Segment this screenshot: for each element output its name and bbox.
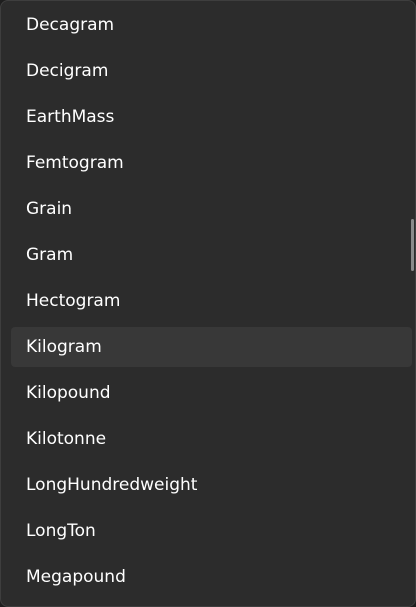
unit-option-kilopound[interactable]: Kilopound <box>11 373 412 413</box>
unit-option-label: Kilogram <box>26 337 102 357</box>
unit-option-label: Femtogram <box>26 153 124 173</box>
unit-option-longton[interactable]: LongTon <box>11 511 412 551</box>
unit-option-label: Decagram <box>26 15 115 35</box>
unit-option-label: LongTon <box>26 521 96 541</box>
unit-option-grain[interactable]: Grain <box>11 189 412 229</box>
unit-option-label: Grain <box>26 199 73 219</box>
unit-dropdown-list[interactable]: Decagram Decigram EarthMass Femtogram Gr… <box>0 0 416 607</box>
unit-option-label: Decigram <box>26 61 109 81</box>
unit-option-label: Kilotonne <box>26 429 107 449</box>
unit-option-kilogram[interactable]: Kilogram <box>11 327 412 367</box>
unit-options-list: Decagram Decigram EarthMass Femtogram Gr… <box>1 1 415 606</box>
unit-option-earthmass[interactable]: EarthMass <box>11 97 412 137</box>
unit-option-femtogram[interactable]: Femtogram <box>11 143 412 183</box>
unit-option-label: EarthMass <box>26 107 115 127</box>
unit-option-label: Gram <box>26 245 74 265</box>
unit-option-label: Megapound <box>26 567 126 587</box>
unit-option-decagram[interactable]: Decagram <box>11 5 412 45</box>
unit-option-longhundredweight[interactable]: LongHundredweight <box>11 465 412 505</box>
unit-option-hectogram[interactable]: Hectogram <box>11 281 412 321</box>
unit-option-kilotonne[interactable]: Kilotonne <box>11 419 412 459</box>
unit-option-label: Kilopound <box>26 383 111 403</box>
unit-option-gram[interactable]: Gram <box>11 235 412 275</box>
unit-option-label: LongHundredweight <box>26 475 198 495</box>
scrollbar-thumb[interactable] <box>411 219 414 271</box>
unit-option-decigram[interactable]: Decigram <box>11 51 412 91</box>
unit-option-megapound[interactable]: Megapound <box>11 557 412 597</box>
unit-option-label: Hectogram <box>26 291 121 311</box>
